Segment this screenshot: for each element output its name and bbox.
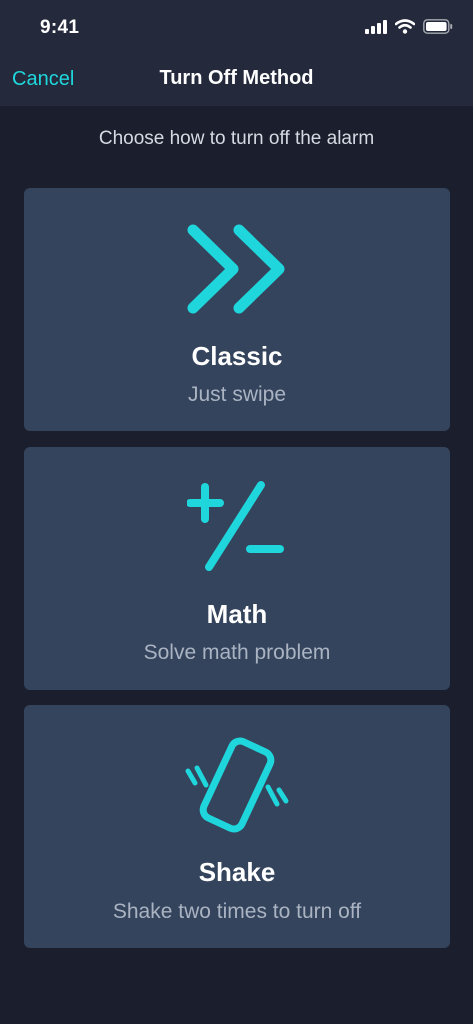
method-card-math[interactable]: Math Solve math problem: [24, 447, 450, 690]
method-card-classic[interactable]: Classic Just swipe: [24, 188, 450, 431]
method-title: Shake: [198, 857, 276, 887]
plus-minus-icon: [24, 477, 450, 573]
nav-bar: Cancel Turn Off Method: [0, 56, 473, 106]
instruction-text: Choose how to turn off the alarm: [98, 128, 375, 149]
screen: 9:41 Cancel Turn Off Method Choose how t…: [0, 0, 473, 1024]
wifi-icon: [395, 19, 415, 34]
method-description: Just swipe: [187, 383, 287, 406]
method-title: Math: [206, 599, 268, 629]
double-chevron-right-icon: [24, 222, 450, 316]
status-icons: [365, 19, 453, 34]
page-title: Turn Off Method: [159, 67, 314, 89]
battery-icon: [423, 19, 453, 34]
method-title: Classic: [191, 341, 283, 371]
signal-icon: [365, 19, 387, 34]
method-description: Solve math problem: [143, 641, 331, 664]
shaking-phone-icon: [24, 735, 450, 835]
method-card-shake[interactable]: Shake Shake two times to turn off: [24, 705, 450, 948]
status-time: 9:41: [40, 17, 80, 38]
status-bar: 9:41: [0, 0, 473, 56]
method-description: Shake two times to turn off: [112, 900, 362, 923]
